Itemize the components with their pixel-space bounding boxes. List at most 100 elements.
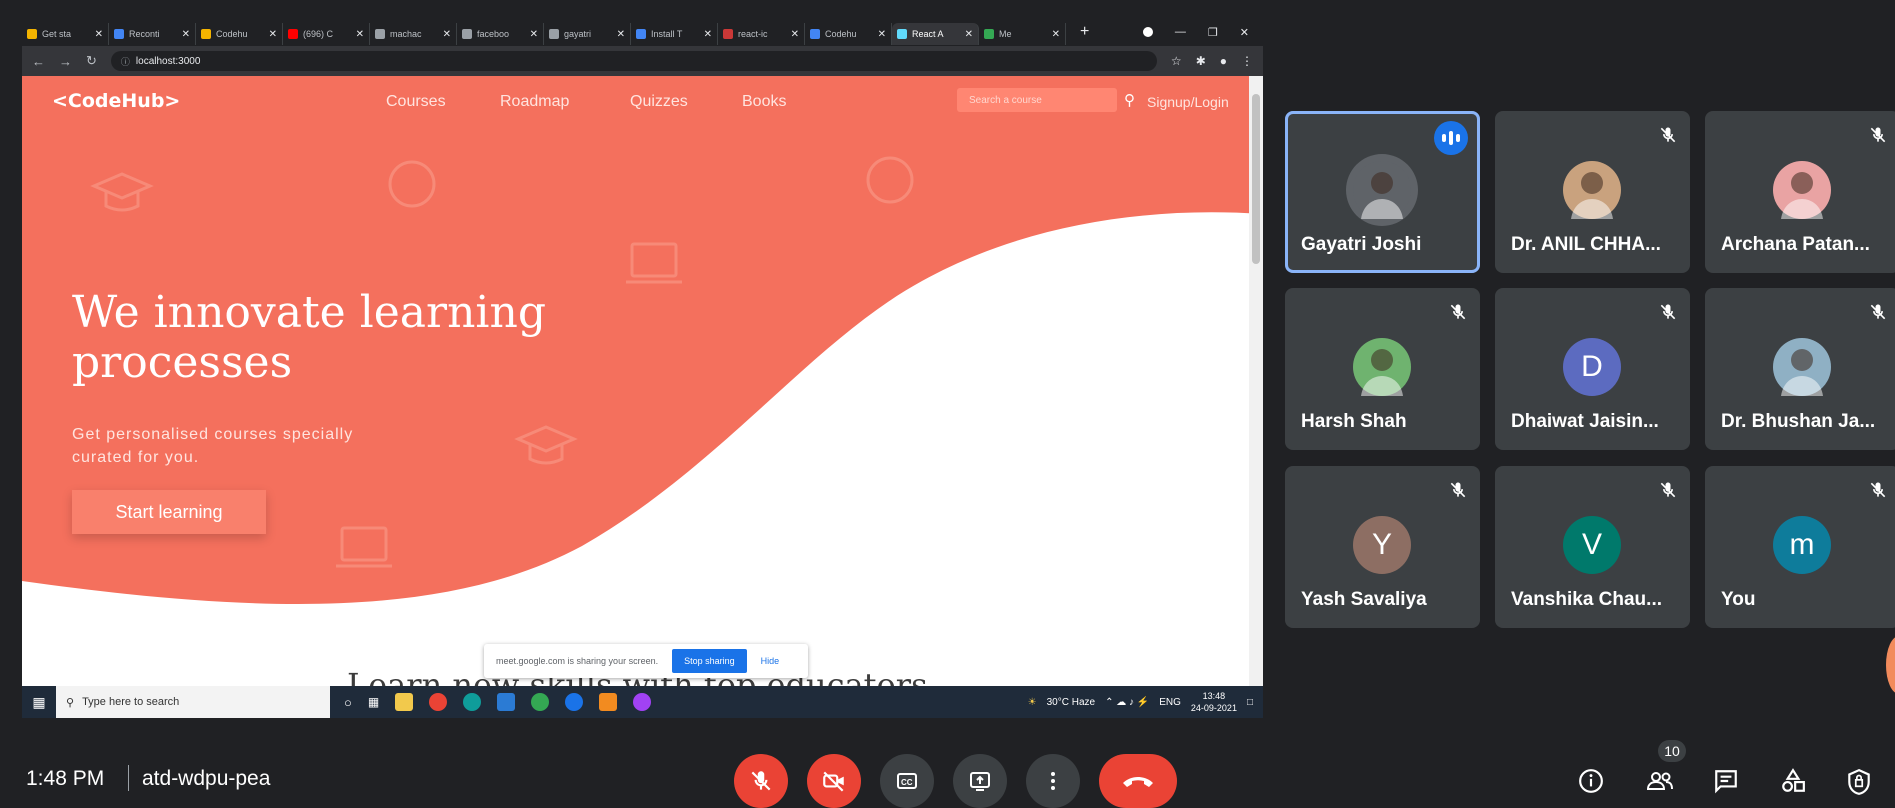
- close-tab-icon[interactable]: ✕: [95, 29, 103, 40]
- close-tab-icon[interactable]: ✕: [182, 29, 190, 40]
- tab-favicon-icon: [636, 29, 646, 39]
- mic-muted-icon: [1870, 482, 1886, 498]
- nav-books[interactable]: Books: [742, 93, 786, 111]
- minimize-icon[interactable]: —: [1175, 26, 1186, 38]
- nav-quizzes[interactable]: Quizzes: [630, 93, 688, 111]
- avatar: D: [1563, 338, 1621, 396]
- language-indicator[interactable]: ENG: [1159, 697, 1181, 708]
- page-scrollbar[interactable]: [1249, 76, 1263, 686]
- sharing-text: meet.google.com is sharing your screen.: [496, 656, 659, 666]
- microphone-off-button[interactable]: [734, 754, 788, 808]
- camera-off-button[interactable]: [807, 754, 861, 808]
- present-screen-button[interactable]: [953, 754, 1007, 808]
- close-tab-icon[interactable]: ✕: [617, 29, 625, 40]
- site-logo[interactable]: <CodeHub>: [52, 90, 180, 112]
- close-tab-icon[interactable]: ✕: [1052, 29, 1060, 40]
- chrome-icon[interactable]: [429, 693, 448, 711]
- participant-tile[interactable]: D Dhaiwat Jaisin...: [1495, 288, 1690, 450]
- browser-tab[interactable]: Install T ✕: [631, 23, 718, 45]
- close-tab-icon[interactable]: ✕: [965, 29, 973, 40]
- participant-name: Dr. ANIL CHHA...: [1511, 234, 1661, 255]
- signup-login-link[interactable]: Signup/Login: [1147, 94, 1229, 110]
- back-icon[interactable]: ←: [32, 54, 45, 69]
- site-info-icon[interactable]: ⓘ: [121, 55, 130, 68]
- edge-icon[interactable]: [463, 693, 482, 711]
- chrome-profile-2-icon[interactable]: [565, 693, 584, 711]
- nav-courses[interactable]: Courses: [386, 93, 446, 111]
- close-tab-icon[interactable]: ✕: [878, 29, 886, 40]
- url-field[interactable]: ⓘ localhost:3000: [110, 51, 1157, 71]
- close-tab-icon[interactable]: ✕: [530, 29, 538, 40]
- reload-icon[interactable]: ↻: [86, 53, 97, 69]
- host-controls-icon[interactable]: [1846, 768, 1872, 801]
- leave-call-button[interactable]: [1099, 754, 1177, 808]
- browser-tab[interactable]: React A ✕: [892, 23, 979, 45]
- app-icon[interactable]: [633, 693, 652, 711]
- browser-tab[interactable]: Codehu ✕: [196, 23, 283, 45]
- browser-tab[interactable]: Reconti ✕: [109, 23, 196, 45]
- taskbar-search-box[interactable]: ⚲ Type here to search: [56, 686, 330, 718]
- participant-tile[interactable]: Dr. ANIL CHHA...: [1495, 111, 1690, 273]
- windows-start-icon[interactable]: ▦: [22, 694, 56, 711]
- tab-favicon-icon: [897, 29, 907, 39]
- avatar-initial: m: [1789, 528, 1815, 561]
- captions-button[interactable]: CC: [880, 754, 934, 808]
- browser-tab[interactable]: machac ✕: [370, 23, 457, 45]
- browser-tab[interactable]: (696) C ✕: [283, 23, 370, 45]
- tray-icons[interactable]: ⌃ ☁ ♪ ⚡: [1105, 697, 1149, 708]
- profile-photo: [1361, 349, 1403, 396]
- close-tab-icon[interactable]: ✕: [269, 29, 277, 40]
- search-icon[interactable]: ⚲: [1124, 91, 1135, 109]
- restore-icon[interactable]: ❐: [1208, 26, 1218, 39]
- extensions-icon[interactable]: ✱: [1196, 54, 1206, 68]
- browser-tab[interactable]: faceboo ✕: [457, 23, 544, 45]
- account-icon[interactable]: ●: [1220, 54, 1227, 68]
- close-tab-icon[interactable]: ✕: [356, 29, 364, 40]
- chrome-profile-icon[interactable]: [531, 693, 550, 711]
- participant-tile[interactable]: Harsh Shah: [1285, 288, 1480, 450]
- browser-tab[interactable]: react-ic ✕: [718, 23, 805, 45]
- weather-text[interactable]: 30°C Haze: [1047, 697, 1095, 708]
- close-tab-icon[interactable]: ✕: [704, 29, 712, 40]
- chat-icon[interactable]: [1712, 768, 1740, 799]
- menu-dots-icon[interactable]: ⋮: [1241, 54, 1253, 68]
- profile-icon[interactable]: [1142, 27, 1153, 37]
- more-options-button[interactable]: [1026, 754, 1080, 808]
- browser-tab[interactable]: Me ✕: [979, 23, 1066, 45]
- browser-tab[interactable]: gayatri ✕: [544, 23, 631, 45]
- mic-muted-icon: [1870, 304, 1886, 320]
- participant-tile[interactable]: Gayatri Joshi: [1285, 111, 1480, 273]
- course-search-input[interactable]: Search a course: [957, 88, 1117, 112]
- vscode-icon[interactable]: [497, 693, 516, 711]
- cortana-icon[interactable]: ○: [344, 695, 352, 710]
- task-view-icon[interactable]: ▦: [368, 695, 379, 709]
- nav-roadmap[interactable]: Roadmap: [500, 93, 569, 111]
- participant-tile[interactable]: Dr. Bhushan Ja...: [1705, 288, 1895, 450]
- window-controls: — ❐ ✕: [1142, 26, 1263, 39]
- close-window-icon[interactable]: ✕: [1240, 26, 1249, 39]
- meeting-code: atd-wdpu-pea: [142, 767, 271, 790]
- file-explorer-icon[interactable]: [395, 693, 414, 711]
- hide-sharing-bar-button[interactable]: Hide: [761, 656, 780, 666]
- stop-sharing-button[interactable]: Stop sharing: [672, 649, 747, 673]
- browser-tab[interactable]: Get sta ✕: [22, 23, 109, 45]
- captions-icon: CC: [897, 773, 917, 789]
- participant-tile[interactable]: V Vanshika Chau...: [1495, 466, 1690, 628]
- participant-tile[interactable]: m You: [1705, 466, 1895, 628]
- browser-tab[interactable]: Codehu ✕: [805, 23, 892, 45]
- start-learning-button[interactable]: Start learning: [72, 490, 266, 534]
- people-icon[interactable]: [1645, 768, 1675, 799]
- floating-action-edge[interactable]: [1886, 636, 1895, 694]
- taskbar-clock[interactable]: 13:48 24-09-2021: [1191, 690, 1237, 714]
- close-tab-icon[interactable]: ✕: [791, 29, 799, 40]
- forward-icon[interactable]: →: [59, 54, 72, 69]
- new-tab-button[interactable]: +: [1080, 23, 1089, 41]
- close-tab-icon[interactable]: ✕: [443, 29, 451, 40]
- notifications-icon[interactable]: □: [1247, 697, 1253, 708]
- participant-tile[interactable]: Y Yash Savaliya: [1285, 466, 1480, 628]
- meeting-details-icon[interactable]: [1578, 768, 1604, 799]
- vlc-icon[interactable]: [599, 693, 618, 711]
- bookmark-star-icon[interactable]: ☆: [1171, 54, 1182, 68]
- activities-icon[interactable]: [1779, 768, 1807, 799]
- participant-tile[interactable]: Archana Patan...: [1705, 111, 1895, 273]
